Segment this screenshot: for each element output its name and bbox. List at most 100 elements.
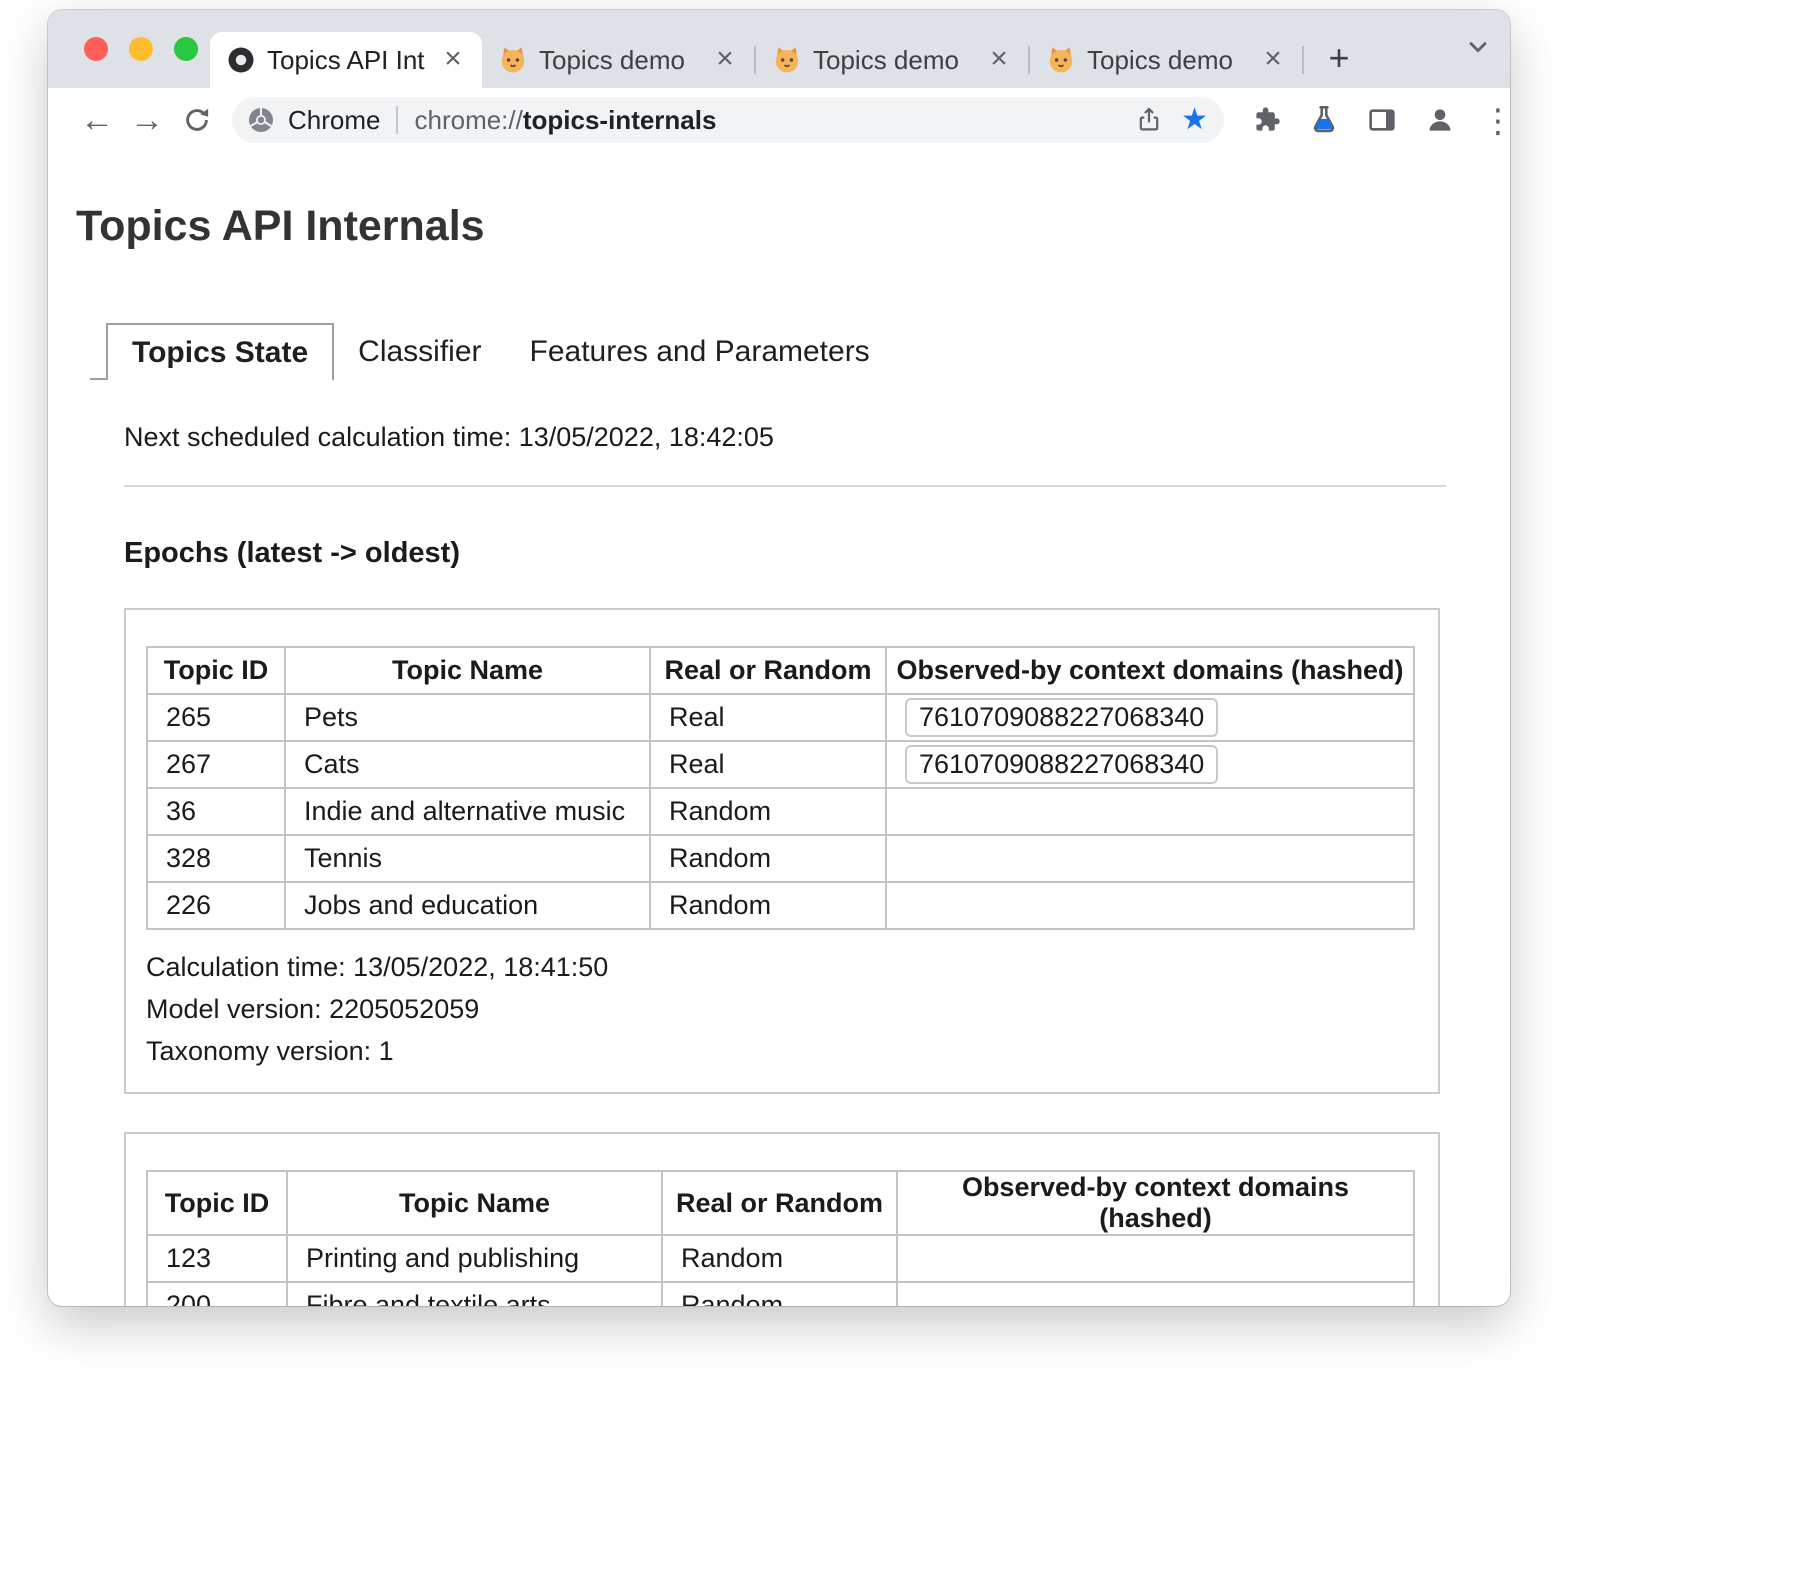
real-or-random-cell: Random — [662, 1282, 897, 1306]
tab-topics-state[interactable]: Topics State — [106, 323, 334, 380]
table-header-row: Topic ID Topic Name Real or Random Obser… — [147, 1171, 1414, 1235]
topic-name-cell: Indie and alternative music — [285, 788, 650, 835]
topic-id-cell: 200 — [147, 1282, 287, 1306]
observed-by-cell: 7610709088227068340 — [886, 741, 1414, 788]
tab-close-icon[interactable]: × — [982, 43, 1016, 77]
tab-close-icon[interactable]: × — [436, 43, 470, 77]
table-header-row: Topic ID Topic Name Real or Random Obser… — [147, 647, 1414, 694]
topic-name-cell: Fibre and textile arts — [287, 1282, 662, 1306]
real-or-random-cell: Random — [650, 788, 886, 835]
topic-id-cell: 328 — [147, 835, 285, 882]
browser-window: Topics API Intern × Topics demo × — [48, 10, 1510, 1306]
address-bar[interactable]: Chrome chrome://topics-internals ★ — [232, 97, 1224, 143]
epoch-box-older: Topic ID Topic Name Real or Random Obser… — [124, 1132, 1440, 1306]
real-or-random-cell: Random — [650, 835, 886, 882]
table-row: 328 Tennis Random — [147, 835, 1414, 882]
tabs-area: Topics API Intern × Topics demo × — [210, 10, 1362, 88]
topic-name-cell: Printing and publishing — [287, 1235, 662, 1282]
table-row: 36 Indie and alternative music Random — [147, 788, 1414, 835]
tab-features-and-parameters[interactable]: Features and Parameters — [506, 323, 894, 380]
browser-tab-topics-demo-1[interactable]: Topics demo × — [482, 32, 754, 88]
column-header-observed-by: Observed-by context domains (hashed) — [897, 1171, 1414, 1235]
flask-icon — [1308, 104, 1340, 136]
cat-icon — [772, 45, 802, 75]
column-header-topic-id: Topic ID — [147, 1171, 287, 1235]
tab-classifier[interactable]: Classifier — [334, 323, 505, 380]
topic-id-cell: 123 — [147, 1235, 287, 1282]
toolbar-actions: ⋮ — [1242, 96, 1510, 144]
epoch-meta: Calculation time: 13/05/2022, 18:41:50 M… — [146, 946, 1418, 1072]
topic-name-cell: Cats — [285, 741, 650, 788]
site-chip-label: Chrome — [288, 105, 380, 136]
column-header-real-or-random: Real or Random — [662, 1171, 897, 1235]
column-header-topic-id: Topic ID — [147, 647, 285, 694]
omnibox-actions: ★ — [1135, 105, 1208, 135]
tab-label: Topics API Intern — [267, 45, 425, 76]
extensions-button[interactable] — [1242, 96, 1290, 144]
observed-by-cell: 7610709088227068340 — [886, 694, 1414, 741]
topic-id-cell: 226 — [147, 882, 285, 929]
real-or-random-cell: Real — [650, 694, 886, 741]
chrome-labs-button[interactable] — [1300, 96, 1348, 144]
observed-by-cell — [886, 835, 1414, 882]
close-window-button[interactable] — [84, 37, 108, 61]
cat-icon — [1046, 45, 1076, 75]
tab-label: Topics demo — [1087, 45, 1245, 76]
back-button[interactable]: ← — [72, 95, 122, 145]
epochs-heading: Epochs (latest -> oldest) — [124, 537, 1446, 570]
minimize-window-button[interactable] — [129, 37, 153, 61]
observed-by-cell — [886, 788, 1414, 835]
url-scheme: chrome:// — [414, 105, 522, 135]
traffic-lights — [84, 37, 198, 61]
table-row: 123 Printing and publishing Random — [147, 1235, 1414, 1282]
omnibox-separator — [396, 106, 398, 134]
page-content: Topics API Internals Topics State Classi… — [48, 152, 1510, 1306]
epoch-box-latest: Topic ID Topic Name Real or Random Obser… — [124, 608, 1440, 1094]
topics-state-panel: Next scheduled calculation time: 13/05/2… — [124, 422, 1446, 1306]
url-text: chrome://topics-internals — [414, 105, 1123, 136]
topic-id-cell: 265 — [147, 694, 285, 741]
zoom-window-button[interactable] — [174, 37, 198, 61]
taxonomy-version-text: Taxonomy version: 1 — [146, 1030, 1418, 1072]
url-host: topics-internals — [523, 105, 717, 135]
column-header-topic-name: Topic Name — [285, 647, 650, 694]
profile-button[interactable] — [1416, 96, 1464, 144]
model-version-text: Model version: 2205052059 — [146, 988, 1418, 1030]
chrome-logo-icon — [246, 105, 276, 135]
cat-icon — [498, 45, 528, 75]
chrome-favicon-icon — [226, 45, 256, 75]
share-icon[interactable] — [1135, 106, 1163, 134]
epoch-table: Topic ID Topic Name Real or Random Obser… — [146, 646, 1415, 930]
table-row: 265 Pets Real 7610709088227068340 — [147, 694, 1414, 741]
new-tab-button[interactable]: + — [1316, 35, 1362, 81]
page-tabs: Topics State Classifier Features and Par… — [90, 323, 1482, 380]
forward-button[interactable]: → — [122, 95, 172, 145]
table-row: 226 Jobs and education Random — [147, 882, 1414, 929]
bookmark-star-icon[interactable]: ★ — [1181, 105, 1208, 135]
browser-tab-topics-internals[interactable]: Topics API Intern × — [210, 32, 482, 88]
browser-toolbar: ← → Chrome chrome://topics-internals — [48, 88, 1510, 152]
browser-menu-button[interactable]: ⋮ — [1474, 96, 1510, 144]
real-or-random-cell: Random — [662, 1235, 897, 1282]
table-row: 267 Cats Real 7610709088227068340 — [147, 741, 1414, 788]
tab-close-icon[interactable]: × — [1256, 43, 1290, 77]
real-or-random-cell: Random — [650, 882, 886, 929]
tab-strip-chevron-button[interactable] — [1464, 33, 1492, 66]
domain-hash-value: 7610709088227068340 — [905, 698, 1218, 737]
profile-icon — [1424, 104, 1456, 136]
browser-tab-topics-demo-3[interactable]: Topics demo × — [1030, 32, 1302, 88]
table-row: 200 Fibre and textile arts Random — [147, 1282, 1414, 1306]
puzzle-icon — [1250, 104, 1282, 136]
browser-tab-topics-demo-2[interactable]: Topics demo × — [756, 32, 1028, 88]
reload-button[interactable] — [172, 95, 222, 145]
domain-hash-value: 7610709088227068340 — [905, 745, 1218, 784]
epoch-table: Topic ID Topic Name Real or Random Obser… — [146, 1170, 1415, 1306]
column-header-topic-name: Topic Name — [287, 1171, 662, 1235]
side-panel-button[interactable] — [1358, 96, 1406, 144]
tab-close-icon[interactable]: × — [708, 43, 742, 77]
tab-separator — [1302, 46, 1304, 74]
topic-name-cell: Tennis — [285, 835, 650, 882]
column-header-real-or-random: Real or Random — [650, 647, 886, 694]
tab-baseline-stub — [90, 323, 106, 380]
divider — [124, 485, 1446, 487]
